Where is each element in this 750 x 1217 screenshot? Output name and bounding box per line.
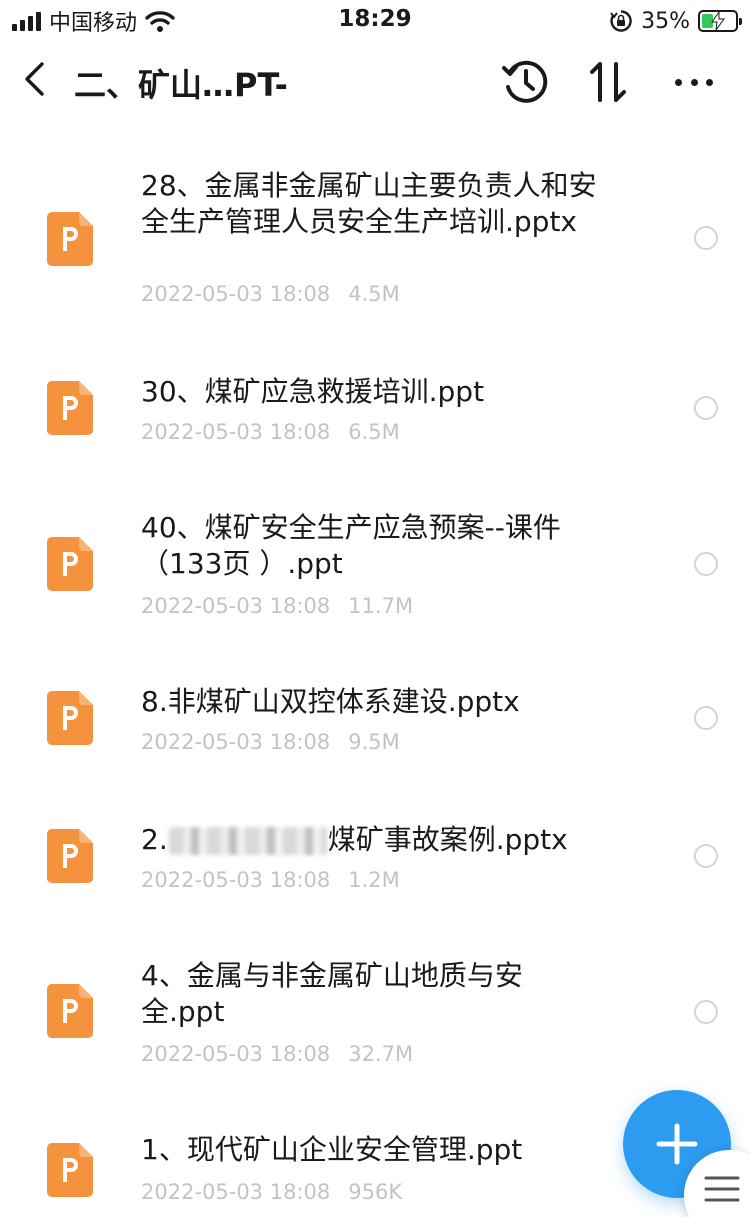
file-size: 6.5M — [348, 420, 400, 444]
status-right: 35% — [609, 6, 742, 36]
rotation-lock-icon — [610, 10, 632, 32]
list-item[interactable]: 30、煤矿应急救援培训.ppt 2022-05-03 18:08 6.5M — [0, 368, 750, 468]
file-date: 2022-05-03 18:08 — [141, 1180, 331, 1204]
file-meta: 2022-05-03 18:08 11.7M — [141, 594, 413, 618]
file-size: 1.2M — [348, 868, 400, 892]
page-title: 二、矿山…PT- — [74, 66, 288, 104]
ppt-file-icon — [47, 691, 93, 745]
file-meta: 2022-05-03 18:08 956K — [141, 1180, 402, 1204]
file-name-prefix: 2. — [141, 823, 168, 856]
file-meta: 2022-05-03 18:08 6.5M — [141, 420, 400, 444]
file-date: 2022-05-03 18:08 — [141, 1042, 331, 1066]
file-size: 11.7M — [348, 594, 414, 618]
list-item[interactable]: 28、金属非金属矿山主要负责人和安全生产管理人员安全生产培训.pptx 2022… — [0, 160, 750, 325]
file-size: 956K — [348, 1180, 403, 1204]
status-bar: 中国移动 18:29 35% — [0, 0, 750, 42]
history-icon[interactable] — [500, 56, 552, 108]
select-radio[interactable] — [694, 844, 718, 868]
ppt-file-icon — [47, 984, 93, 1038]
battery-charging-icon — [698, 10, 742, 32]
file-name: 28、金属非金属矿山主要负责人和安全生产管理人员安全生产培训.pptx — [141, 169, 597, 238]
ppt-file-icon — [47, 1143, 93, 1197]
file-date: 2022-05-03 18:08 — [141, 594, 331, 618]
list-item[interactable]: 40、煤矿安全生产应急预案--课件（133页 ）.ppt 2022-05-03 … — [0, 508, 750, 638]
battery-percent: 35% — [641, 8, 690, 34]
file-date: 2022-05-03 18:08 — [141, 730, 331, 754]
file-name: 8.非煤矿山双控体系建设.pptx — [141, 685, 520, 718]
list-item[interactable]: 8.非煤矿山双控体系建设.pptx 2022-05-03 18:08 9.5M — [0, 680, 750, 770]
file-date: 2022-05-03 18:08 — [141, 282, 331, 306]
list-item[interactable]: 4、金属与非金属矿山地质与安全.ppt 2022-05-03 18:08 32.7… — [0, 956, 750, 1076]
file-size: 9.5M — [348, 730, 400, 754]
menu-icon — [704, 1176, 740, 1202]
file-name: 40、煤矿安全生产应急预案--课件（133页 ）.ppt — [141, 511, 561, 580]
file-name-suffix: 煤矿事故案例.pptx — [327, 823, 568, 856]
more-icon[interactable] — [668, 56, 720, 108]
nav-bar: 二、矿山…PT- — [0, 42, 750, 122]
select-radio[interactable] — [694, 1000, 718, 1024]
file-date: 2022-05-03 18:08 — [141, 868, 331, 892]
file-meta: 2022-05-03 18:08 1.2M — [141, 868, 400, 892]
file-name: 1、现代矿山企业安全管理.ppt — [141, 1133, 523, 1166]
file-meta: 2022-05-03 18:08 4.5M — [141, 282, 400, 306]
select-radio[interactable] — [694, 396, 718, 420]
file-size: 4.5M — [348, 282, 400, 306]
ppt-file-icon — [47, 829, 93, 883]
ppt-file-icon — [47, 381, 93, 435]
file-meta: 2022-05-03 18:08 32.7M — [141, 1042, 413, 1066]
ppt-file-icon — [47, 537, 93, 591]
file-name: 4、金属与非金属矿山地质与安全.ppt — [141, 959, 523, 1028]
back-icon[interactable] — [14, 54, 54, 104]
plus-icon — [656, 1123, 698, 1165]
file-size: 32.7M — [348, 1042, 414, 1066]
file-meta: 2022-05-03 18:08 9.5M — [141, 730, 400, 754]
file-date: 2022-05-03 18:08 — [141, 420, 331, 444]
list-item[interactable]: 2. 煤矿事故案例.pptx 2022-05-03 18:08 1.2M — [0, 818, 750, 908]
redacted-region — [168, 827, 327, 855]
sort-icon[interactable] — [582, 56, 634, 108]
file-name: 2. 煤矿事故案例.pptx — [141, 822, 621, 858]
select-radio[interactable] — [694, 226, 718, 250]
file-name: 30、煤矿应急救援培训.ppt — [141, 375, 485, 408]
select-radio[interactable] — [694, 706, 718, 730]
select-radio[interactable] — [694, 552, 718, 576]
ppt-file-icon — [47, 212, 93, 266]
